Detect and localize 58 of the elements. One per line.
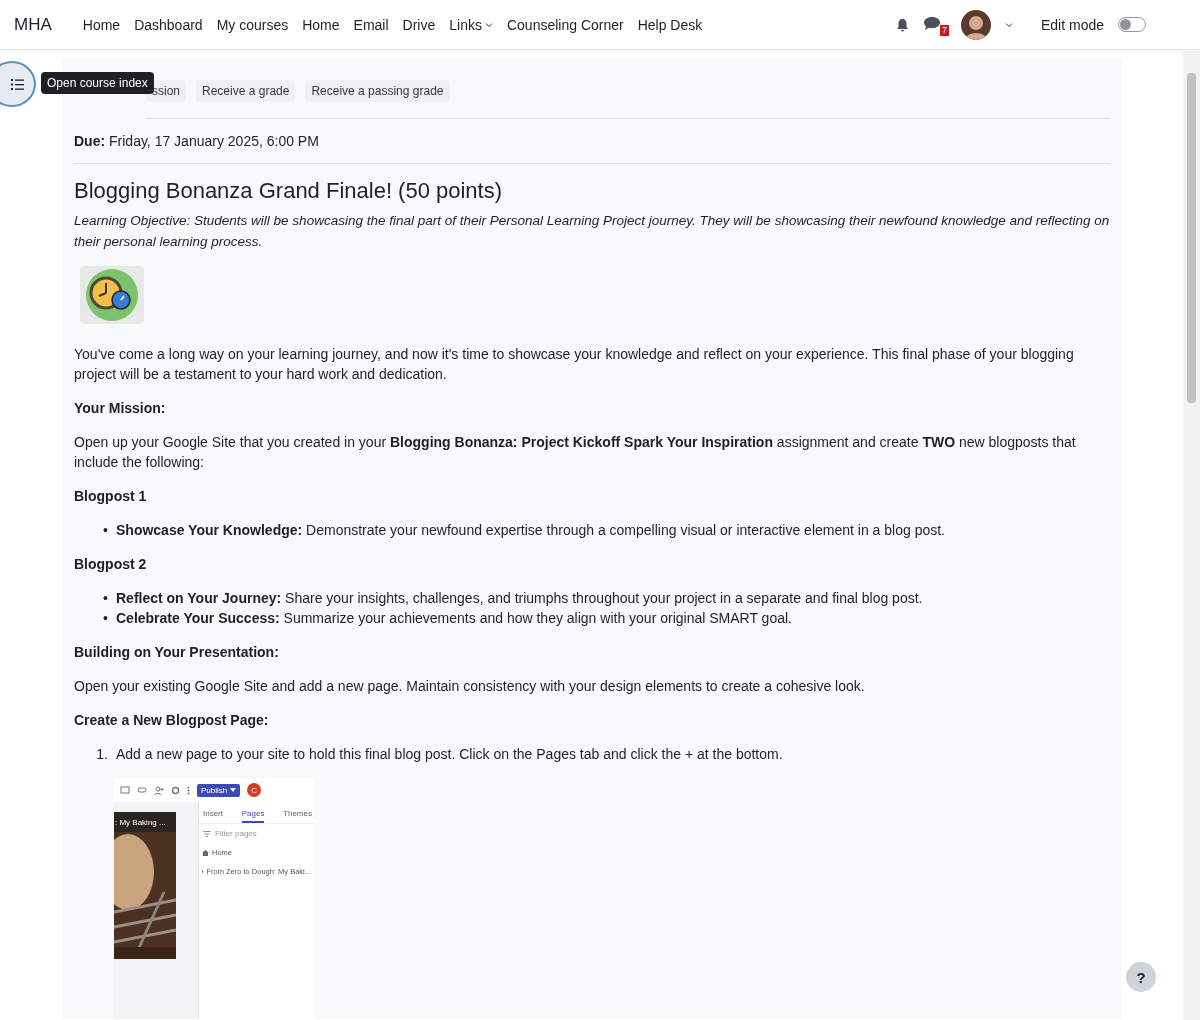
nav-link[interactable]: Home: [295, 16, 347, 33]
course-index-button[interactable]: [0, 61, 36, 107]
nav-link[interactable]: Drive: [395, 16, 443, 33]
nav-link[interactable]: Help Desk: [630, 16, 710, 33]
settings-icon: [171, 785, 180, 795]
filter-field: Filter pages: [199, 824, 314, 843]
list-marker: •: [102, 589, 108, 608]
filter-icon: [203, 830, 211, 837]
edit-mode-label: Edit mode: [1040, 16, 1104, 33]
paragraph: Open your existing Google Site and add a new page. Maintain consistency with your design elements to create a cohesive look.: [74, 677, 866, 696]
bell-icon[interactable]: [895, 17, 909, 32]
home-icon: [202, 849, 209, 856]
nav-link[interactable]: Dashboard: [127, 16, 210, 33]
nav-link[interactable]: My courses: [209, 16, 296, 33]
more-icon: [187, 785, 190, 795]
chat-icon[interactable]: [922, 15, 941, 31]
step-text: Add a new page to your site to hold this final blog post. Click on the Pages tab and click the + at the bottom.: [116, 745, 783, 764]
nav-link[interactable]: Email: [346, 16, 396, 33]
section-heading: Blogpost 1: [74, 487, 148, 506]
section-heading: Building on Your Presentation:: [74, 643, 280, 662]
message-count-badge: 7: [939, 24, 949, 36]
tab-label: Insert: [203, 808, 223, 820]
help-button[interactable]: ?: [1126, 962, 1156, 992]
site-logo[interactable]: MHA: [14, 14, 52, 35]
caret-icon: [230, 788, 237, 792]
list-marker: •: [102, 609, 108, 628]
completion-chip: Receive a grade: [196, 80, 296, 102]
learning-objective: Learning Objective: Students will be showcasing the final part of their Personal Learning Project journey. They will be showcasing their newfound knowledge and reflecting on their personal learning process.: [74, 212, 1110, 251]
list-marker: •: [102, 521, 108, 540]
nav-link[interactable]: Counseling Corner: [499, 16, 631, 33]
completion-chip: Receive a passing grade: [305, 80, 450, 102]
bullet-text: Celebrate Your Success: Summarize your achievements and how they align with your original SMART goal.: [116, 609, 792, 628]
caret-icon[interactable]: [1004, 21, 1013, 28]
bullet-text: Reflect on Your Journey: Share your insights, challenges, and triumphs throughout your project in a separate and final blog post.: [116, 589, 923, 608]
device-icon: [120, 785, 130, 795]
section-heading: Your Mission:: [74, 399, 167, 418]
list-icon: [11, 78, 24, 90]
list-marker: 1.: [96, 745, 108, 764]
tab-label: Themes: [283, 808, 312, 820]
tab-label: Pages: [241, 807, 265, 823]
add-person-icon: [154, 785, 164, 795]
scrollbar-thumb[interactable]: [1187, 73, 1196, 403]
assignment-title: Blogging Bonanza Grand Finale! (50 points): [74, 178, 504, 204]
tooltip: Open course index: [41, 72, 154, 94]
nav-link[interactable]: Home: [75, 16, 128, 33]
bullet-text: Showcase Your Knowledge: Demonstrate your newfound expertise through a compelling visual or interactive element in a blog post.: [116, 521, 945, 540]
banner-title: : My Baking ...: [115, 818, 166, 827]
paragraph: Open up your Google Site that you created in your Blogging Bonanza: Project Kickoff Spark Your Inspiration assignment and create TWO new blogposts that include the following:: [74, 433, 1077, 472]
account-avatar: C: [247, 783, 262, 797]
edit-mode-toggle[interactable]: [1118, 17, 1146, 32]
section-heading: Blogpost 2: [74, 555, 148, 574]
paragraph: You've come a long way on your learning journey, and now it's time to showcase your knowledge and reflect on your experience. This final phase of your blogging project will be a testament to your hard work and dedication.: [74, 345, 1075, 384]
avatar[interactable]: [960, 9, 991, 40]
link-icon: [137, 787, 147, 793]
nav-link[interactable]: Links: [442, 16, 500, 33]
section-heading: Create a New Blogpost Page:: [74, 711, 270, 730]
due-date: Due: Friday, 17 January 2025, 6:00 PM: [74, 119, 1110, 164]
publish-button[interactable]: Publish: [197, 783, 241, 797]
